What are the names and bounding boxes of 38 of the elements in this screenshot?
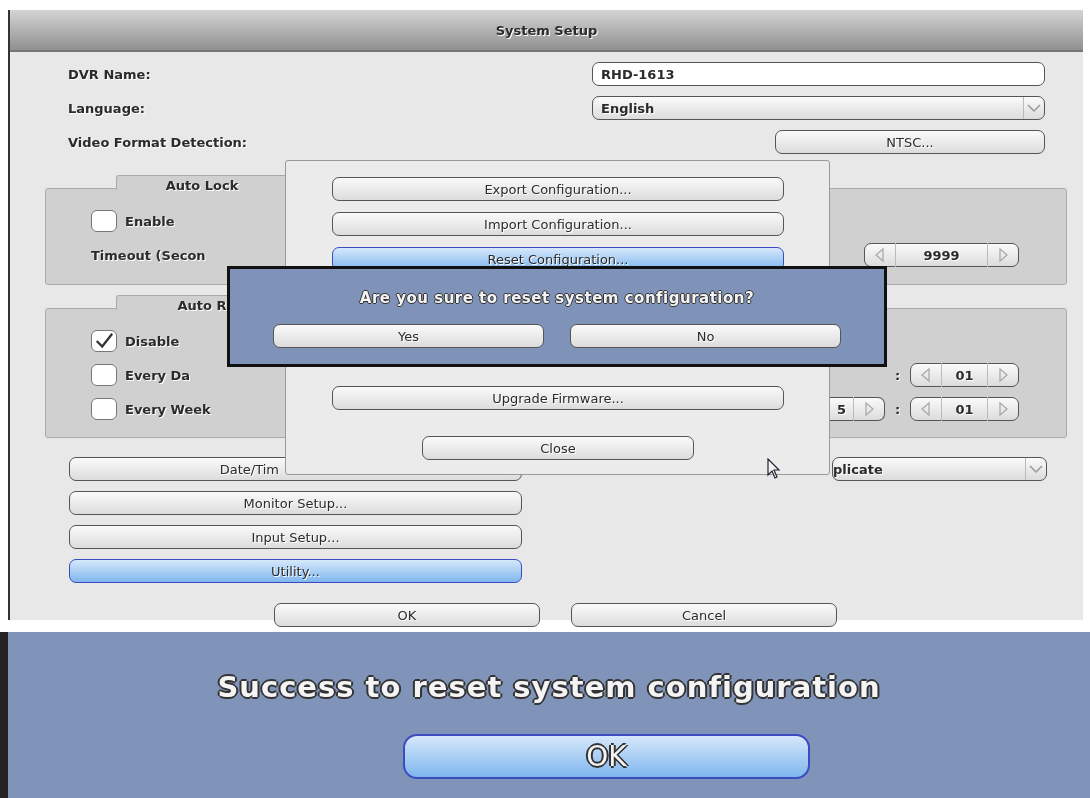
field-label: Video Format Detection: <box>68 134 249 150</box>
chevron-down-icon <box>1023 97 1044 119</box>
dialog-message: Are you sure to reset system configuration? <box>359 289 755 307</box>
menu-button[interactable]: Import Configuration... <box>332 212 784 236</box>
checkbox-label: Every Week <box>125 401 211 417</box>
checkbox-label: Every Da <box>125 367 191 383</box>
timeout-label: Timeout (Secon <box>91 247 206 263</box>
dialog-message: Success to reset system configuration <box>217 670 881 704</box>
field-label: DVR Name: <box>68 66 152 82</box>
time-separator: : <box>893 401 902 417</box>
language-dropdown[interactable]: English <box>592 96 1045 120</box>
field-label: Language: <box>68 100 146 116</box>
dialog-button[interactable]: No <box>570 324 841 348</box>
time-separator: : <box>893 367 902 383</box>
name-field[interactable]: RHD-1613 <box>592 62 1045 86</box>
menu-button[interactable]: Input Setup... <box>69 525 522 549</box>
menu-button[interactable]: Utility... <box>69 559 522 583</box>
dialog-button[interactable]: Cancel <box>571 603 837 627</box>
menu-button[interactable]: Upgrade Firmware... <box>332 386 784 410</box>
spinner-field[interactable]: 9999 <box>864 243 1019 267</box>
menu-button[interactable]: Monitor Setup... <box>69 491 522 515</box>
spinner-field[interactable]: 01 <box>910 397 1019 421</box>
checkbox-label: Enable <box>125 213 175 229</box>
close-button[interactable]: Close <box>422 436 694 460</box>
option-dropdown[interactable]: plicate <box>832 457 1047 481</box>
dialog-button[interactable]: Yes <box>273 324 544 348</box>
window-title: System Setup <box>495 22 598 38</box>
spinner-field[interactable]: 01 <box>910 363 1019 387</box>
checkbox-label: Disable <box>125 333 180 349</box>
format-button[interactable]: NTSC... <box>775 130 1045 154</box>
checkbox[interactable] <box>91 398 117 420</box>
checkbox[interactable] <box>91 210 117 232</box>
checkbox[interactable] <box>91 364 117 386</box>
spinner-field[interactable]: 5 <box>830 397 885 421</box>
chevron-down-icon <box>1025 458 1046 480</box>
dialog-button[interactable]: OK <box>274 603 540 627</box>
menu-button[interactable]: Export Configuration... <box>332 177 784 201</box>
checkbox[interactable] <box>91 330 117 352</box>
